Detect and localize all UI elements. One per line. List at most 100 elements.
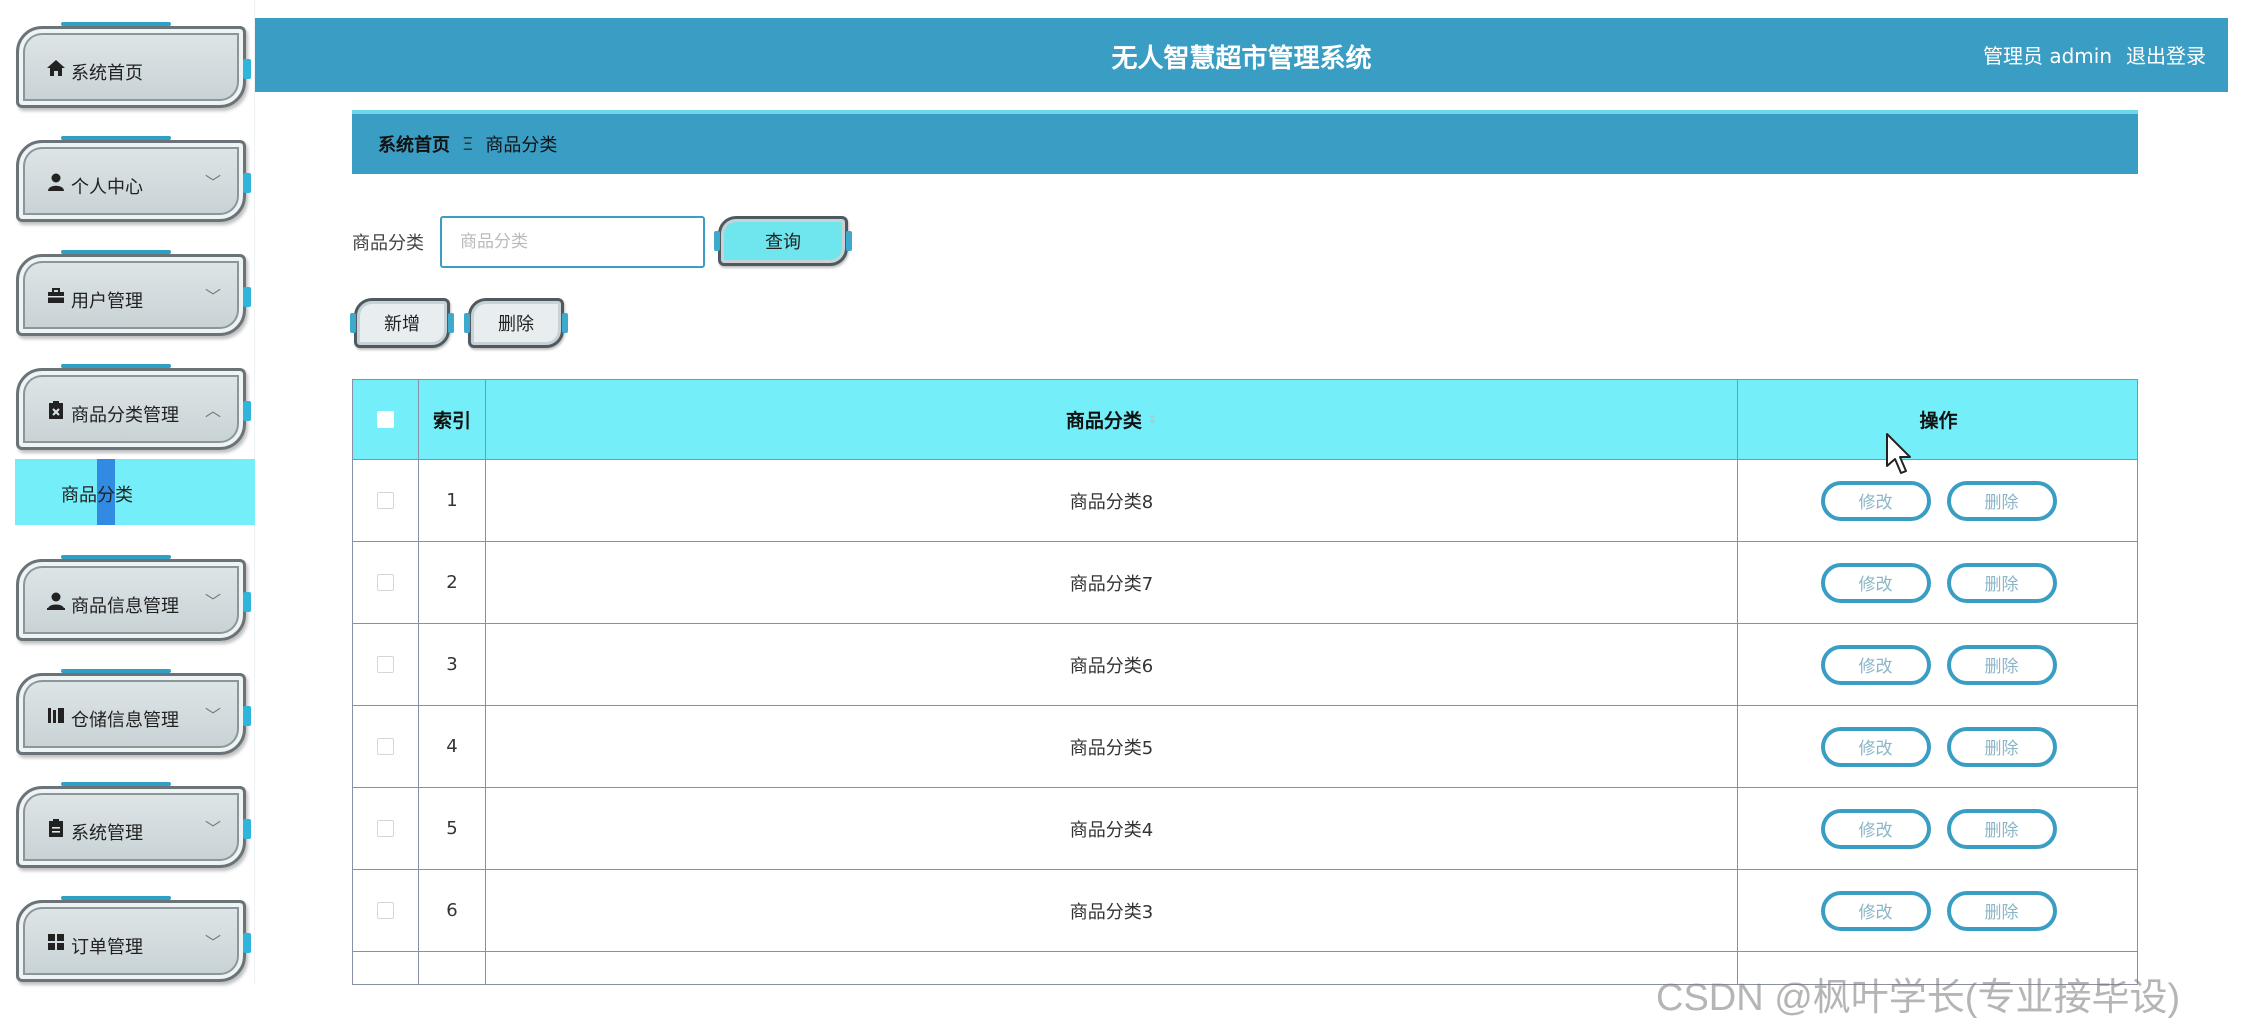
sidebar-item-label: 系统管理 [71, 823, 143, 844]
chevron-down-icon: ﹀ [204, 592, 221, 611]
sidebar-subitem-label: 商品分类 [61, 485, 133, 506]
row-category: 商品分类5 [486, 706, 1738, 787]
row-checkbox[interactable] [377, 492, 394, 509]
column-header-actions: 操作 [1919, 410, 1958, 432]
briefcase-icon [45, 285, 67, 307]
sidebar-item-label: 仓储信息管理 [71, 710, 179, 731]
row-index: 2 [419, 542, 486, 623]
row-category: 商品分类6 [486, 624, 1738, 705]
row-actions: 修改 删除 [1738, 542, 2137, 623]
chevron-down-icon: ﹀ [204, 173, 221, 192]
row-index: 1 [419, 460, 486, 541]
row-checkbox-cell [353, 624, 419, 705]
chevron-down-icon: ﹀ [204, 933, 221, 952]
delete-button[interactable]: 删除 [1946, 808, 2057, 849]
sidebar-item-label: 订单管理 [71, 937, 143, 958]
breadcrumb-separator-icon: Ξ [462, 133, 474, 155]
edit-button[interactable]: 修改 [1820, 808, 1931, 849]
row-category: 商品分类4 [486, 788, 1738, 869]
mouse-cursor-icon [1886, 433, 1911, 474]
add-button[interactable]: 新增 [350, 298, 454, 348]
delete-button[interactable]: 删除 [1946, 726, 2057, 767]
chevron-down-icon: ﹀ [204, 287, 221, 306]
search-label: 商品分类 [352, 233, 424, 254]
row-actions: 修改 删除 [1738, 460, 2137, 541]
row-actions: 修改 删除 [1738, 706, 2137, 787]
table-header-row: 索引 商品分类 ⇕ 操作 [353, 380, 2137, 460]
sidebar-item-label: 个人中心 [71, 177, 143, 198]
sidebar-subitem-category[interactable]: 商品分类 [15, 459, 255, 525]
row-index: 4 [419, 706, 486, 787]
sidebar-item-personal-center[interactable]: 个人中心 ﹀ [16, 136, 251, 222]
query-button[interactable]: 查询 [714, 216, 852, 266]
table-row: 6 商品分类3 修改 删除 [353, 870, 2137, 952]
row-actions: 修改 删除 [1738, 624, 2137, 705]
row-checkbox[interactable] [377, 656, 394, 673]
delete-button[interactable]: 删除 [1946, 644, 2057, 685]
breadcrumb-current: 商品分类 [485, 135, 558, 156]
row-checkbox[interactable] [377, 820, 394, 837]
sidebar-item-order-management[interactable]: 订单管理 ﹀ [16, 896, 251, 982]
edit-button[interactable]: 修改 [1820, 644, 1931, 685]
logout-link[interactable]: 退出登录 [2126, 40, 2206, 69]
table-row: 4 商品分类5 修改 删除 [353, 706, 2137, 788]
home-icon [45, 57, 67, 79]
delete-button[interactable]: 删除 [1946, 480, 2057, 521]
sidebar-item-product-info[interactable]: 商品信息管理 ﹀ [16, 555, 251, 641]
row-index: 5 [419, 788, 486, 869]
sidebar-item-user-management[interactable]: 用户管理 ﹀ [16, 250, 251, 336]
sidebar-item-label: 商品分类管理 [71, 405, 179, 426]
row-checkbox-cell [353, 542, 419, 623]
row-checkbox-cell [353, 706, 419, 787]
sidebar-item-label: 用户管理 [71, 291, 143, 312]
sidebar-item-label: 系统首页 [71, 63, 143, 84]
edit-button[interactable]: 修改 [1820, 726, 1931, 767]
row-category: 商品分类8 [486, 460, 1738, 541]
category-table: 索引 商品分类 ⇕ 操作 1 商品分类8 修改 删除 2 商品分类7 修改 删除 [352, 379, 2138, 985]
top-header: 无人智慧超市管理系统 管理员 admin 退出登录 [255, 18, 2228, 92]
breadcrumb-home[interactable]: 系统首页 [378, 131, 450, 157]
clipboard-icon [45, 817, 67, 839]
user-info: 管理员 admin 退出登录 [1983, 40, 2206, 69]
batch-delete-button[interactable]: 删除 [464, 298, 568, 348]
chevron-down-icon: ﹀ [204, 819, 221, 838]
user-label: 管理员 admin [1982, 44, 2112, 68]
row-checkbox-cell [353, 870, 419, 951]
sidebar-item-home[interactable]: 系统首页 [16, 22, 251, 108]
edit-button[interactable]: 修改 [1820, 480, 1931, 521]
row-category: 商品分类7 [486, 542, 1738, 623]
select-all-checkbox[interactable] [377, 411, 394, 428]
row-checkbox[interactable] [377, 574, 394, 591]
library-icon [45, 704, 67, 726]
row-checkbox[interactable] [377, 738, 394, 755]
sidebar-item-label: 商品信息管理 [71, 596, 179, 617]
sidebar-item-category-management[interactable]: 商品分类管理 ︿ [16, 364, 251, 450]
breadcrumb: 系统首页 Ξ 商品分类 [352, 110, 2138, 174]
row-index: 3 [419, 624, 486, 705]
column-header-index: 索引 [419, 380, 486, 459]
chevron-up-icon: ︿ [204, 401, 221, 420]
grid-icon [45, 931, 67, 953]
table-row: 2 商品分类7 修改 删除 [353, 542, 2137, 624]
user-icon [45, 171, 67, 193]
row-checkbox-cell [353, 788, 419, 869]
row-checkbox[interactable] [377, 902, 394, 919]
row-category: 商品分类3 [486, 870, 1738, 951]
app-page: 系统首页 个人中心 ﹀ 用户管理 ﹀ 商品分类管理 ︿ 商品分类 商品信息管理 … [0, 0, 2243, 1027]
edit-button[interactable]: 修改 [1820, 890, 1931, 931]
delete-button[interactable]: 删除 [1946, 890, 2057, 931]
edit-button[interactable]: 修改 [1820, 562, 1931, 603]
sidebar-item-warehouse-info[interactable]: 仓储信息管理 ﹀ [16, 669, 251, 755]
search-input[interactable] [440, 216, 705, 268]
delete-button[interactable]: 删除 [1946, 562, 2057, 603]
sidebar-item-system-management[interactable]: 系统管理 ﹀ [16, 782, 251, 868]
table-row: 5 商品分类4 修改 删除 [353, 788, 2137, 870]
table-row: 1 商品分类8 修改 删除 [353, 460, 2137, 542]
row-category [486, 952, 1738, 984]
column-header-category-label: 商品分类 [1065, 410, 1142, 432]
sort-icon[interactable]: ⇕ [1148, 413, 1157, 426]
row-checkbox-cell [353, 460, 419, 541]
user-icon [45, 590, 67, 612]
column-header-category[interactable]: 商品分类 ⇕ [486, 380, 1738, 459]
row-index [419, 952, 486, 984]
